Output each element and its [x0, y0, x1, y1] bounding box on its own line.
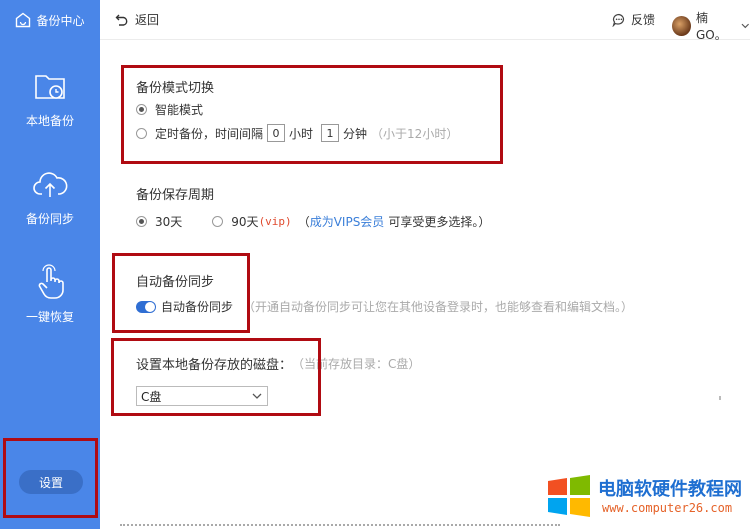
minutes-unit: 分钟	[343, 126, 368, 141]
disk-select-value: C盘	[141, 389, 162, 404]
auto-sync-hint: （开通自动备份同步可让您在其他设备登录时，也能够查看和编辑文档。）	[243, 300, 634, 314]
disk-title: 设置本地备份存放的磁盘：	[136, 358, 293, 373]
timed-backup-label: 定时备份，时间间隔	[155, 126, 264, 141]
bottom-dotted-line	[120, 524, 560, 526]
disk-hint: （当前存放目录：C盘）	[292, 357, 421, 371]
user-name: 楠GO。	[695, 11, 727, 42]
sidebar-item-label: 一键恢复	[25, 310, 74, 324]
retention-30-label: 30天	[155, 215, 183, 229]
chevron-down-icon	[742, 23, 750, 29]
watermark: 电脑软硬件教程网 www.computer26.com	[546, 472, 746, 522]
retention-90-radio[interactable]	[212, 216, 224, 227]
watermark-url: www.computer26.com	[602, 501, 733, 515]
feedback-label: 反馈	[631, 13, 656, 27]
windows-logo-icon	[548, 475, 590, 517]
retention-hint-rest: 可享受更多选择。）	[388, 215, 491, 229]
avatar	[672, 16, 691, 36]
sidebar-item-local-backup[interactable]: 本地备份	[0, 66, 100, 129]
brand-title: 备份中心	[36, 13, 85, 28]
disk-title-row: 设置本地备份存放的磁盘： （当前存放目录：C盘）	[136, 354, 420, 373]
hours-input[interactable]	[267, 124, 286, 142]
retention-30-radio[interactable]	[136, 216, 147, 227]
smart-mode-radio[interactable]	[136, 104, 147, 115]
back-button[interactable]: 返回	[115, 11, 159, 28]
timed-backup-option[interactable]: 定时备份，时间间隔 小时 分钟 （小于12小时）	[136, 124, 458, 142]
retention-hint-open: （	[297, 215, 310, 229]
timed-backup-radio[interactable]	[136, 127, 147, 139]
backup-mode-title: 备份模式切换	[136, 81, 215, 96]
auto-sync-toggle[interactable]	[136, 300, 156, 313]
sidebar: 备份中心 本地备份 备份同步 一键恢复 设置	[0, 0, 100, 529]
sidebar-item-label: 本地备份	[25, 114, 74, 128]
chevron-down-icon	[252, 393, 262, 399]
vip-tag: (vip)	[258, 215, 292, 228]
chat-bubble-icon	[612, 13, 625, 27]
retention-title: 备份保存周期	[136, 188, 215, 203]
cloud-upload-icon	[33, 172, 68, 197]
auto-sync-row: 自动备份同步 （开通自动备份同步可让您在其他设备登录时，也能够查看和编辑文档。）	[136, 298, 633, 315]
scroll-mark	[719, 396, 721, 400]
smart-mode-label: 智能模式	[155, 103, 204, 117]
folder-clock-icon	[35, 75, 65, 99]
undo-arrow-icon	[115, 14, 128, 26]
top-bar: 返回 反馈 楠GO。	[100, 0, 750, 43]
auto-sync-toggle-label: 自动备份同步	[161, 300, 234, 314]
hand-pointer-icon	[38, 264, 64, 299]
settings-button[interactable]: 设置	[19, 470, 83, 494]
settings-highlight-box: 设置	[3, 438, 98, 518]
disk-select[interactable]: C盘	[136, 386, 268, 406]
sidebar-brand: 备份中心	[0, 0, 100, 40]
user-menu[interactable]: 楠GO。	[672, 9, 750, 43]
watermark-title: 电脑软硬件教程网	[598, 479, 742, 500]
feedback-button[interactable]: 反馈	[612, 11, 655, 28]
minutes-input[interactable]	[321, 124, 340, 142]
sidebar-item-backup-sync[interactable]: 备份同步	[0, 164, 100, 227]
become-vip-link[interactable]: 成为VIPS会员	[310, 213, 385, 230]
auto-sync-title: 自动备份同步	[136, 275, 215, 290]
retention-90-label: 90天	[231, 215, 259, 229]
timed-hint: （小于12小时）	[371, 126, 459, 141]
sidebar-item-label: 备份同步	[25, 212, 74, 226]
hours-unit: 小时	[289, 126, 314, 141]
back-label: 返回	[135, 13, 160, 27]
auto-sync-highlight-box	[112, 253, 250, 333]
retention-options: 30天 90天 (vip) （ 成为VIPS会员 可享受更多选择。）	[136, 213, 490, 230]
smart-mode-option[interactable]: 智能模式	[136, 101, 203, 118]
home-shield-icon	[16, 12, 31, 28]
sidebar-item-restore[interactable]: 一键恢复	[0, 262, 100, 325]
